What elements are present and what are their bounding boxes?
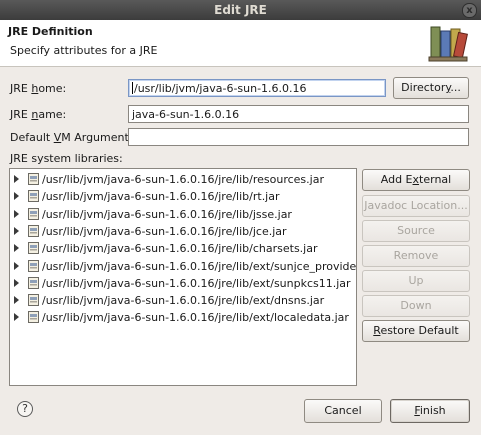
javadoc-location-button[interactable]: Javadoc Location... [362, 195, 470, 217]
jar-file-icon [28, 242, 39, 255]
library-path: /usr/lib/jvm/java-6-sun-1.6.0.16/jre/lib… [42, 173, 324, 186]
window-title: Edit JRE [214, 3, 267, 17]
jre-name-label-text: JRE [10, 108, 32, 121]
jar-file-icon [28, 311, 39, 324]
edit-jre-dialog: Edit JRE x JRE Definition Specify attrib… [0, 0, 481, 435]
library-row[interactable]: /usr/lib/jvm/java-6-sun-1.6.0.16/jre/lib… [10, 206, 356, 223]
jre-home-value: /usr/lib/jvm/java-6-sun-1.6.0.16 [134, 82, 307, 95]
expand-arrow-icon[interactable] [14, 261, 19, 270]
jre-libraries-label: JRE system libraries: [10, 152, 123, 165]
jar-file-icon [28, 173, 39, 185]
jar-file-icon [28, 190, 39, 203]
jre-home-label-text: JRE [10, 82, 32, 95]
expand-arrow-icon[interactable] [14, 313, 19, 322]
library-path: /usr/lib/jvm/java-6-sun-1.6.0.16/jre/lib… [42, 294, 325, 308]
library-row[interactable]: /usr/lib/jvm/java-6-sun-1.6.0.16/jre/lib… [10, 258, 356, 275]
library-path: /usr/lib/jvm/java-6-sun-1.6.0.16/jre/lib… [42, 311, 349, 325]
add-external-jars-button[interactable]: Add External JARs... [362, 169, 470, 206]
header-title: JRE Definition [8, 25, 93, 38]
jar-file-icon [28, 276, 39, 289]
vm-args-label-text: Default [10, 131, 54, 144]
jre-libraries-tree[interactable]: /usr/lib/jvm/java-6-sun-1.6.0.16/jre/lib… [9, 168, 357, 386]
expand-arrow-icon[interactable] [14, 209, 19, 218]
add-external-jars-label: Add E [380, 173, 413, 186]
expand-arrow-icon[interactable] [14, 296, 19, 305]
jre-name-value: java-6-sun-1.6.0.16 [132, 108, 240, 121]
jar-file-icon [28, 294, 39, 307]
jre-home-label: JRE home: [10, 82, 66, 95]
library-path: /usr/lib/jvm/java-6-sun-1.6.0.16/jre/lib… [42, 242, 318, 256]
dialog-header: JRE Definition Specify attributes for a … [0, 20, 481, 67]
library-row[interactable]: /usr/lib/jvm/java-6-sun-1.6.0.16/jre/lib… [10, 292, 356, 309]
expand-arrow-icon[interactable] [14, 244, 19, 253]
expand-arrow-icon[interactable] [14, 192, 19, 201]
directory-button-label-rest: ... [450, 81, 461, 94]
library-path: /usr/lib/jvm/java-6-sun-1.6.0.16/jre/lib… [42, 207, 292, 221]
jre-home-label-rest: ome: [38, 82, 67, 95]
library-path: /usr/lib/jvm/java-6-sun-1.6.0.16/jre/lib… [42, 224, 287, 238]
library-row[interactable]: /usr/lib/jvm/java-6-sun-1.6.0.16/jre/lib… [10, 275, 356, 292]
source-attachment-button[interactable]: Source Attachment... [362, 220, 470, 257]
library-row[interactable]: /usr/lib/jvm/java-6-sun-1.6.0.16/jre/lib… [10, 223, 356, 240]
jar-file-icon [28, 224, 39, 237]
restore-default-label-rest: estore Default [380, 324, 459, 337]
up-button[interactable]: Up [362, 270, 470, 292]
help-icon[interactable]: ? [17, 401, 33, 417]
jre-name-label: JRE name: [10, 108, 66, 121]
restore-default-button[interactable]: Restore Default [362, 320, 470, 342]
library-path: /usr/lib/jvm/java-6-sun-1.6.0.16/jre/lib… [42, 190, 280, 204]
finish-button[interactable]: Finish [390, 399, 470, 423]
jar-file-icon [28, 207, 39, 220]
text-caret [132, 82, 133, 94]
vm-args-label-rest: M Arguments: [61, 131, 139, 144]
finish-label-rest: inish [419, 404, 446, 417]
directory-button[interactable]: Directory... [393, 77, 469, 99]
jre-books-icon [428, 26, 468, 62]
jre-name-input[interactable]: java-6-sun-1.6.0.16 [128, 105, 469, 123]
jar-file-icon [28, 259, 39, 272]
library-path: /usr/lib/jvm/java-6-sun-1.6.0.16/jre/lib… [42, 259, 357, 273]
cancel-button[interactable]: Cancel [304, 399, 382, 423]
vm-args-input[interactable] [128, 128, 469, 146]
header-description: Specify attributes for a JRE [10, 44, 158, 57]
close-window-button[interactable]: x [462, 3, 477, 18]
library-row[interactable]: /usr/lib/jvm/java-6-sun-1.6.0.16/jre/lib… [10, 240, 356, 257]
expand-arrow-icon[interactable] [14, 278, 19, 287]
title-bar[interactable]: Edit JRE x [0, 0, 481, 21]
vm-args-label: Default VM Arguments: [10, 131, 138, 144]
library-row[interactable]: /usr/lib/jvm/java-6-sun-1.6.0.16/jre/lib… [10, 309, 356, 326]
expand-arrow-icon[interactable] [14, 175, 19, 183]
library-row[interactable]: /usr/lib/jvm/java-6-sun-1.6.0.16/jre/lib… [10, 171, 356, 188]
directory-button-label: Director [401, 81, 446, 94]
expand-arrow-icon[interactable] [14, 226, 19, 235]
library-path: /usr/lib/jvm/java-6-sun-1.6.0.16/jre/lib… [42, 276, 351, 290]
remove-button[interactable]: Remove [362, 245, 470, 267]
library-row[interactable]: /usr/lib/jvm/java-6-sun-1.6.0.16/jre/lib… [10, 188, 356, 205]
down-button[interactable]: Down [362, 295, 470, 317]
jre-home-input[interactable]: /usr/lib/jvm/java-6-sun-1.6.0.16 [128, 79, 386, 97]
jre-name-label-rest: ame: [38, 108, 67, 121]
